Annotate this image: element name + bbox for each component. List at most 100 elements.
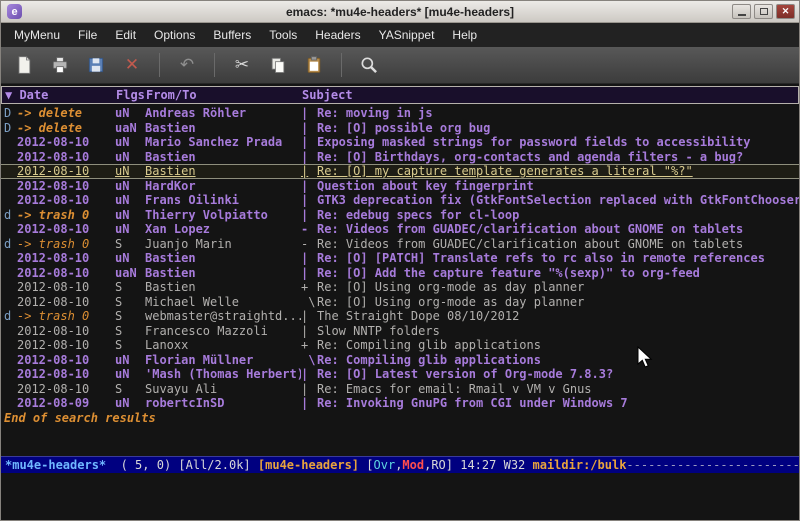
echo-area — [1, 473, 799, 520]
thread-indicator: + — [301, 338, 317, 353]
header-line: ▼ Date Flgs From/To Subject — [1, 86, 799, 104]
message-from: webmaster@straightd... — [145, 309, 301, 324]
new-file-icon — [14, 55, 34, 75]
message-date: 2012-08-10 — [17, 367, 115, 382]
message-subject: Re: [O] Birthdays, org-contacts and agen… — [317, 150, 799, 165]
message-flags: uaN — [115, 121, 145, 136]
paste-button[interactable] — [301, 52, 327, 78]
message-date: 2012-08-10 — [17, 164, 115, 179]
toolbar-separator — [214, 53, 215, 77]
copy-icon — [268, 55, 288, 75]
message-row[interactable]: 2012-08-10 uN Frans Oilinki | GTK3 depre… — [1, 193, 799, 208]
menu-headers[interactable]: Headers — [306, 24, 369, 46]
message-date: -> trash 0 — [17, 237, 115, 252]
message-flags: uaN — [115, 266, 145, 281]
print-icon — [50, 55, 70, 75]
message-from: 'Mash (Thomas Herbert) — [145, 367, 301, 382]
thread-indicator: | — [301, 150, 317, 165]
message-from: Andreas Röhler — [145, 106, 301, 121]
message-row[interactable]: 2012-08-10 uN Bastien | Re: [O] my captu… — [1, 164, 799, 179]
new-file-button[interactable] — [11, 52, 37, 78]
cut-button[interactable]: ✂ — [229, 52, 255, 78]
menu-edit[interactable]: Edit — [106, 24, 145, 46]
message-from: HardKor — [145, 179, 301, 194]
message-subject: Re: [O] my capture template generates a … — [317, 164, 799, 179]
message-flags: S — [115, 309, 145, 324]
message-row[interactable]: 2012-08-09 uN robertcInSD | Re: Invoking… — [1, 396, 799, 411]
menu-tools[interactable]: Tools — [260, 24, 306, 46]
menu-buffers[interactable]: Buffers — [204, 24, 260, 46]
thread-indicator: | — [301, 382, 317, 397]
thread-indicator: | — [301, 121, 317, 136]
message-row[interactable]: 2012-08-10 S Bastien + Re: [O] Using org… — [1, 280, 799, 295]
maximize-icon — [760, 8, 768, 15]
close-buffer-button[interactable]: ✕ — [119, 52, 145, 78]
message-row[interactable]: 2012-08-10 uN Xan Lopez - Re: Videos fro… — [1, 222, 799, 237]
message-row[interactable]: 2012-08-10 uN Mario Sanchez Prada | Expo… — [1, 135, 799, 150]
message-row[interactable]: 2012-08-10 uN HardKor | Question about k… — [1, 179, 799, 194]
message-row[interactable]: 2012-08-10 uN Bastien | Re: [O] [PATCH] … — [1, 251, 799, 266]
menu-file[interactable]: File — [69, 24, 106, 46]
thread-indicator: | — [301, 135, 317, 150]
message-row[interactable]: d -> trash 0 uN Thierry Volpiatto | Re: … — [1, 208, 799, 223]
message-row[interactable]: 2012-08-10 uaN Bastien | Re: [O] Add the… — [1, 266, 799, 281]
thread-indicator: | — [301, 208, 317, 223]
message-date: 2012-08-10 — [17, 338, 115, 353]
emacs-frame: e emacs: *mu4e-headers* [mu4e-headers] ✕… — [0, 0, 800, 521]
mode-line-segment: ----------------------------------------… — [626, 458, 799, 472]
headers-buffer: D -> delete uN Andreas Röhler | Re: movi… — [1, 104, 799, 456]
mode-line[interactable]: *mu4e-headers* ( 5, 0) [All/2.0k] [mu4e-… — [1, 456, 799, 473]
thread-indicator: | — [301, 164, 317, 179]
mark-indicator: D — [4, 121, 17, 136]
close-button[interactable]: ✕ — [776, 4, 795, 19]
message-subject: Re: Videos from GUADEC/clarification abo… — [317, 222, 799, 237]
message-flags: uN — [115, 208, 145, 223]
thread-indicator: | — [301, 106, 317, 121]
close-icon: ✕ — [782, 6, 790, 17]
message-row[interactable]: d -> trash 0 S webmaster@straightd... | … — [1, 309, 799, 324]
message-subject: Re: moving in js — [317, 106, 799, 121]
copy-button[interactable] — [265, 52, 291, 78]
mode-line-segment: [All/2.0k] — [178, 458, 257, 472]
message-from: Frans Oilinki — [145, 193, 301, 208]
message-row[interactable]: 2012-08-10 S Lanoxx + Re: Compiling glib… — [1, 338, 799, 353]
menu-yasnippet[interactable]: YASnippet — [370, 24, 444, 46]
message-row[interactable]: 2012-08-10 S Francesco Mazzoli | Slow NN… — [1, 324, 799, 339]
mode-line-segment: Ovr — [374, 458, 396, 472]
print-button[interactable] — [47, 52, 73, 78]
message-flags: S — [115, 324, 145, 339]
message-subject: Question about key fingerprint — [317, 179, 799, 194]
end-of-results: End of search results — [1, 411, 799, 426]
menu-options[interactable]: Options — [145, 24, 204, 46]
title-bar[interactable]: e emacs: *mu4e-headers* [mu4e-headers] ✕ — [1, 1, 799, 23]
column-flags: Flgs — [116, 88, 146, 102]
message-subject: Re: Compiling glib applications — [317, 338, 799, 353]
message-subject: Re: [O] possible org bug — [317, 121, 799, 136]
message-date: 2012-08-10 — [17, 353, 115, 368]
message-flags: uN — [115, 353, 145, 368]
message-row[interactable]: 2012-08-10 S Suvayu Ali | Re: Emacs for … — [1, 382, 799, 397]
message-row[interactable]: 2012-08-10 uN 'Mash (Thomas Herbert) | R… — [1, 367, 799, 382]
message-flags: uN — [115, 396, 145, 411]
save-button[interactable] — [83, 52, 109, 78]
message-from: Lanoxx — [145, 338, 301, 353]
message-row[interactable]: D -> delete uN Andreas Röhler | Re: movi… — [1, 106, 799, 121]
maximize-button[interactable] — [754, 4, 773, 19]
message-row[interactable]: 2012-08-10 uN Bastien | Re: [O] Birthday… — [1, 150, 799, 165]
message-row[interactable]: 2012-08-10 S Michael Welle \ Re: [O] Usi… — [1, 295, 799, 310]
mode-line-segment: ( 5, 0) — [106, 458, 178, 472]
search-button[interactable] — [356, 52, 382, 78]
message-row[interactable]: D -> delete uaN Bastien | Re: [O] possib… — [1, 121, 799, 136]
message-from: Bastien — [145, 150, 301, 165]
message-from: Suvayu Ali — [145, 382, 301, 397]
mode-line-segment: 14:27 — [460, 458, 503, 472]
undo-button[interactable]: ↶ — [174, 52, 200, 78]
menu-mymenu[interactable]: MyMenu — [5, 24, 69, 46]
message-date: 2012-08-10 — [17, 193, 115, 208]
minimize-icon — [738, 14, 746, 16]
message-row[interactable]: d -> trash 0 S Juanjo Marin - Re: Videos… — [1, 237, 799, 252]
minimize-button[interactable] — [732, 4, 751, 19]
menu-help[interactable]: Help — [443, 24, 486, 46]
message-row[interactable]: 2012-08-10 uN Florian Müllner \ Re: Comp… — [1, 353, 799, 368]
header-rows: D -> delete uN Andreas Röhler | Re: movi… — [1, 106, 799, 411]
